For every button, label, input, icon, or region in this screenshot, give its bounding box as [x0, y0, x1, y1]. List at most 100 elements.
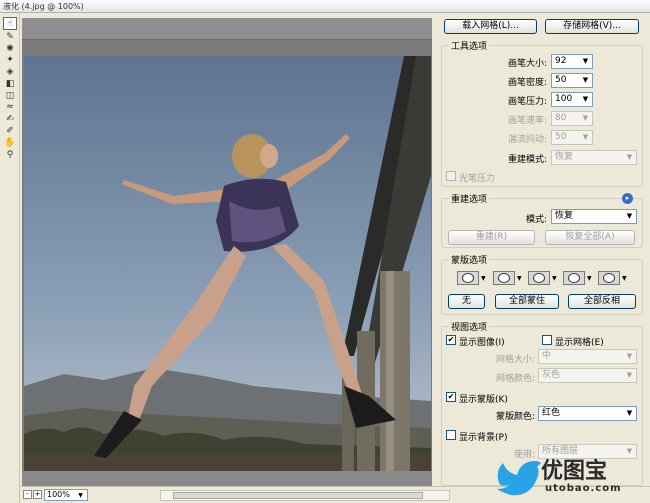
show-image-checkbox[interactable]: ✔ [446, 335, 456, 345]
toolbox: ☝ ✎ ✺ ✦ ◈ ◧ ◫ ≈ ✍ ✐ ✋ ⚲ [0, 13, 20, 503]
chevron-down-icon: ▼ [622, 275, 627, 282]
info-arrow-icon[interactable]: ▸ [622, 193, 633, 204]
mask-intersect-icon [568, 273, 580, 283]
chevron-down-icon: ▼ [626, 352, 633, 360]
tool-options-title: 工具选项 [449, 39, 490, 52]
show-mesh-checkbox[interactable] [542, 335, 552, 345]
mesh-size-value: 中 [542, 351, 552, 361]
scrollbar-thumb[interactable] [173, 492, 423, 499]
chevron-down-icon: ▼ [517, 275, 522, 282]
chevron-down-icon: ▼ [582, 133, 589, 141]
mode-label: 模式: [525, 215, 547, 225]
subtract-from-selection-button[interactable] [528, 271, 550, 285]
show-mesh-label: 显示网格(E) [555, 338, 604, 348]
turbulent-jitter-value: 50 [555, 132, 567, 142]
load-mesh-button[interactable]: 载入网格(L)... [444, 19, 537, 34]
mask-replace-icon [462, 273, 474, 283]
mesh-color-select: 灰色 ▼ [538, 368, 637, 383]
horizontal-scrollbar[interactable] [160, 490, 450, 501]
forward-warp-tool-icon[interactable]: ☝ [3, 17, 17, 30]
chevron-down-icon: ▼ [552, 275, 557, 282]
brush-pressure-value: 100 [555, 94, 573, 104]
mesh-color-value: 灰色 [542, 370, 561, 380]
brush-size-label: 画笔大小: [507, 59, 547, 69]
zoom-out-button[interactable]: - [23, 490, 32, 499]
watermark: 优图宝 utobao.com [493, 453, 650, 503]
preview-bottom-margin [22, 471, 432, 486]
photo-jumping-woman [24, 56, 431, 471]
show-backdrop-checkbox[interactable] [446, 430, 456, 440]
invert-all-button[interactable]: 全部反相 [568, 294, 636, 309]
chevron-down-icon: ▼ [78, 492, 83, 499]
turbulent-jitter-field: 50 ▼ [551, 130, 593, 145]
chevron-down-icon: ▼ [481, 275, 486, 282]
mode-value: 恢复 [555, 211, 574, 221]
mask-subtract-icon [533, 273, 545, 283]
options-panel: 载入网格(L)... 存储网格(V)... 工具选项 画笔大小: 92 ▼ 画笔密… [437, 13, 650, 486]
brush-pressure-label: 画笔压力: [507, 97, 547, 107]
chevron-down-icon: ▼ [626, 409, 633, 417]
bird-logo-icon [497, 461, 541, 496]
brush-density-value: 50 [555, 75, 567, 85]
brush-rate-field: 80 ▼ [551, 111, 593, 126]
mask-color-select[interactable]: 红色 ▼ [538, 406, 637, 421]
view-options-title: 视图选项 [449, 320, 490, 333]
restore-all-button: 恢复全部(A) [545, 230, 635, 245]
stylus-pressure-label: 光笔压力 [459, 174, 496, 184]
turbulent-jitter-label: 湍流抖动: [507, 135, 547, 145]
zoom-in-button[interactable]: + [33, 490, 42, 499]
brush-rate-label: 画笔速率: [507, 116, 547, 126]
reconstruct-options-title: 重建选项 [449, 192, 490, 205]
replace-selection-button[interactable] [457, 271, 479, 285]
show-mask-label: 显示蒙版(K) [459, 395, 508, 405]
mask-invert-icon [603, 273, 615, 283]
watermark-domain: utobao.com [545, 483, 622, 494]
intersect-selection-button[interactable] [563, 271, 585, 285]
brush-size-field[interactable]: 92 ▼ [551, 54, 593, 69]
image-canvas[interactable] [24, 56, 431, 471]
reconstruct-mode-value: 恢复 [555, 152, 574, 162]
mask-mode-buttons: ▼ ▼ ▼ ▼ ▼ [457, 271, 647, 287]
chevron-down-icon: ▼ [626, 371, 633, 379]
reconstruct-mode-select: 恢复 ▼ [551, 150, 637, 165]
chevron-down-icon: ▼ [582, 76, 589, 84]
chevron-down-icon: ▼ [626, 212, 633, 220]
zoom-tool-icon[interactable]: ⚲ [3, 149, 17, 162]
preview-top-margin [22, 18, 432, 40]
reconstruct-mode-label: 重建模式: [507, 155, 547, 165]
reconstruct-mode-dropdown[interactable]: 恢复 ▼ [551, 209, 637, 224]
reconstruct-button: 重建(R) [448, 230, 535, 245]
chevron-down-icon: ▼ [582, 95, 589, 103]
mask-add-icon [498, 273, 510, 283]
mask-color-value: 红色 [542, 408, 561, 418]
mask-options-title: 蒙版选项 [449, 253, 490, 266]
window-title: 液化 (4.jpg @ 100%) [3, 2, 84, 11]
mask-all-button[interactable]: 全部蒙住 [495, 294, 559, 309]
show-backdrop-label: 显示背景(P) [459, 433, 508, 443]
mask-none-button[interactable]: 无 [448, 294, 485, 309]
zoom-value: 100% [47, 490, 70, 499]
show-mask-checkbox[interactable]: ✔ [446, 392, 456, 402]
add-to-selection-button[interactable] [493, 271, 515, 285]
brush-density-label: 画笔密度: [507, 78, 547, 88]
brush-rate-value: 80 [555, 113, 567, 123]
zoom-select[interactable]: 100% ▼ [44, 489, 88, 501]
chevron-down-icon: ▼ [626, 153, 633, 161]
brush-pressure-field[interactable]: 100 ▼ [551, 92, 593, 107]
mesh-size-select: 中 ▼ [538, 349, 637, 364]
watermark-brand: 优图宝 [541, 459, 608, 484]
chevron-down-icon: ▼ [587, 275, 592, 282]
title-bar: 液化 (4.jpg @ 100%) [0, 0, 650, 13]
save-mesh-button[interactable]: 存储网格(V)... [545, 19, 639, 34]
mesh-size-label: 网格大小: [495, 355, 535, 365]
brush-density-field[interactable]: 50 ▼ [551, 73, 593, 88]
chevron-down-icon: ▼ [582, 57, 589, 65]
show-image-label: 显示图像(I) [459, 338, 505, 348]
mesh-color-label: 网格颜色: [495, 374, 535, 384]
stylus-pressure-checkbox [446, 171, 456, 181]
brush-size-value: 92 [555, 56, 567, 66]
chevron-down-icon: ▼ [582, 114, 589, 122]
mask-color-label: 蒙版颜色: [495, 412, 535, 422]
invert-selection-button[interactable] [598, 271, 620, 285]
preview-area[interactable] [22, 18, 432, 486]
